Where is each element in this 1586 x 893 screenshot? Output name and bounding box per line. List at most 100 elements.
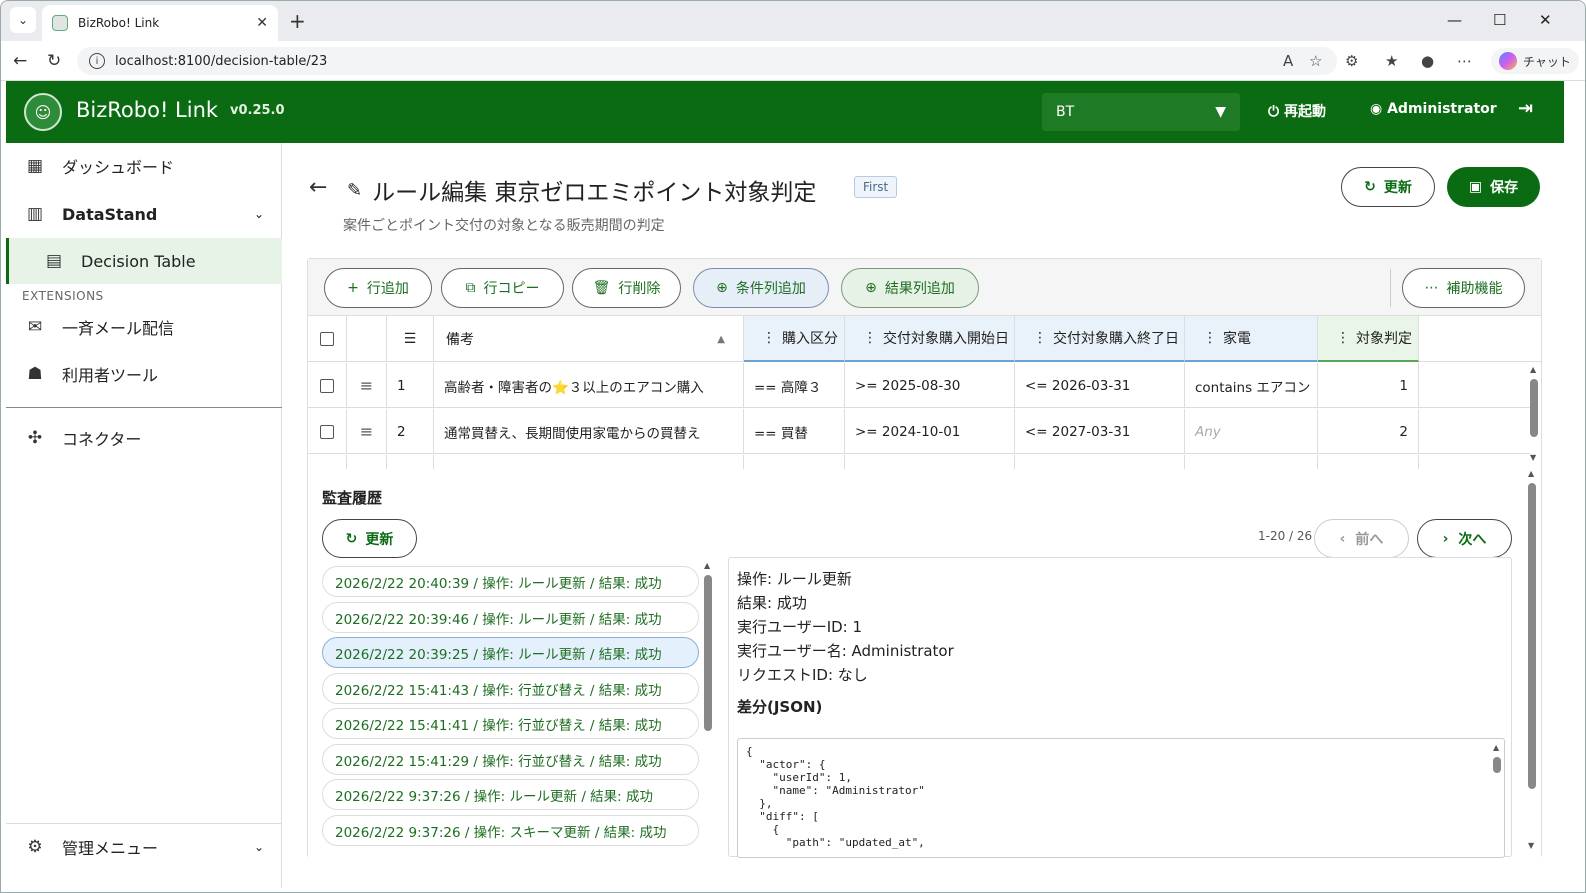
close-tab-icon[interactable]: ✕ xyxy=(256,15,268,31)
audit-list-item[interactable]: 2026/2/22 9:37:26 / 操作: ルール更新 / 結果: 成功 xyxy=(322,779,699,810)
close-window-button[interactable]: ✕ xyxy=(1539,11,1552,29)
column-header-note[interactable]: 備考 ▲ xyxy=(434,316,744,362)
save-label: 保存 xyxy=(1490,180,1519,196)
tenant-select[interactable]: BT ▼ xyxy=(1042,93,1240,131)
scroll-up-icon[interactable]: ▲ xyxy=(1528,469,1534,478)
sidebar-item-connector[interactable]: ✣ コネクター xyxy=(6,415,282,461)
back-arrow-icon[interactable]: ← xyxy=(13,51,27,71)
column-header-end-date[interactable]: ⋮ 交付対象購入終了日 xyxy=(1015,316,1185,362)
delete-row-button[interactable]: 🗑 行削除 xyxy=(572,268,681,308)
user-menu-button[interactable]: ◉ Administrator xyxy=(1370,101,1497,117)
column-menu-icon[interactable]: ⋮ xyxy=(1203,330,1217,346)
cell-purchase-type[interactable]: == 買替 xyxy=(744,409,845,454)
refresh-button[interactable]: ↻ 更新 xyxy=(1341,167,1435,207)
extensions-icon[interactable]: ⚙ xyxy=(1345,52,1358,70)
save-button[interactable]: ▣ 保存 xyxy=(1447,167,1540,207)
column-menu-icon[interactable]: ⋮ xyxy=(1033,330,1047,346)
add-condition-column-button[interactable]: ⊕ 条件列追加 xyxy=(693,268,829,308)
sort-up-icon[interactable]: ▲ xyxy=(717,334,725,345)
json-scrollbar[interactable]: ▲ xyxy=(1492,743,1502,853)
more-menu-icon[interactable]: ⋯ xyxy=(1457,52,1472,70)
cell-appliance[interactable]: contains エアコン xyxy=(1185,363,1318,408)
cell-purchase-type[interactable]: == 高障３ xyxy=(744,363,845,408)
scroll-up-icon[interactable]: ▲ xyxy=(1493,743,1499,752)
url-field[interactable]: i localhost:8100/decision-table/23 xyxy=(77,47,1337,75)
copy-row-button[interactable]: ⧉ 行コピー xyxy=(441,268,564,308)
browser-tab[interactable]: BizRobo! Link ✕ xyxy=(42,5,278,41)
scroll-down-icon[interactable]: ▼ xyxy=(1528,841,1534,850)
favorite-star-icon[interactable]: ☆ xyxy=(1309,52,1322,70)
add-row-button[interactable]: + 行追加 xyxy=(324,268,432,308)
scrollbar-thumb[interactable] xyxy=(1530,379,1538,437)
prev-page-button[interactable]: ‹ 前へ xyxy=(1314,519,1409,558)
new-tab-button[interactable]: + xyxy=(289,9,306,33)
column-menu-icon[interactable]: ⋮ xyxy=(863,330,877,346)
sidebar-item-admin-menu[interactable]: ⚙ 管理メニュー ⌄ xyxy=(6,824,282,870)
table-row[interactable]: ≡ 1 高齢者・障害者の⭐３以上のエアコン購入 == 高障３ >= 2025-0… xyxy=(308,363,1530,408)
copilot-chat-button[interactable]: チャット xyxy=(1491,48,1579,74)
audit-list-item[interactable]: 2026/2/22 9:37:26 / 操作: スキーマ更新 / 結果: 成功 xyxy=(322,815,699,846)
sidebar-item-decision-table[interactable]: ▤ Decision Table xyxy=(6,238,282,284)
tab-menu-button[interactable]: ⌄ xyxy=(10,7,36,33)
column-menu-icon[interactable]: ⋮ xyxy=(762,330,776,346)
sidebar-item-datastand[interactable]: ▥ DataStand ⌄ xyxy=(6,191,282,237)
cell-result[interactable]: 2 xyxy=(1318,409,1419,454)
column-header-purchase-type[interactable]: ⋮ 購入区分 xyxy=(744,316,845,362)
table-row[interactable]: ≡ 2 通常買替え、長期間使用家電からの買替え == 買替 >= 2024-10… xyxy=(308,409,1530,454)
scrollbar-thumb[interactable] xyxy=(704,575,712,731)
audit-refresh-button[interactable]: ↻ 更新 xyxy=(322,519,417,558)
table-scrollbar[interactable]: ▲ ▼ xyxy=(1529,365,1539,465)
assist-button[interactable]: ⋯ 補助機能 xyxy=(1402,268,1525,308)
column-menu-icon[interactable]: ⋮ xyxy=(1336,330,1350,346)
restart-button[interactable]: ⏻ 再起動 xyxy=(1268,101,1326,121)
scrollbar-thumb[interactable] xyxy=(1493,757,1501,773)
scrollbar-thumb[interactable] xyxy=(1528,483,1536,789)
cell-appliance[interactable]: Any xyxy=(1185,409,1318,454)
audit-list-item[interactable]: 2026/2/22 15:41:41 / 操作: 行並び替え / 結果: 成功 xyxy=(322,708,699,739)
drag-handle-icon[interactable]: ≡ xyxy=(347,363,387,408)
cell-end-date[interactable]: <= 2026-03-31 xyxy=(1015,363,1185,408)
read-aloud-icon[interactable]: A xyxy=(1283,52,1293,70)
select-all-checkbox[interactable] xyxy=(308,316,347,362)
cell-start-date[interactable]: >= 2024-10-01 xyxy=(845,409,1015,454)
row-checkbox[interactable] xyxy=(308,409,347,454)
add-result-label: 結果列追加 xyxy=(884,281,955,297)
cell-end-date[interactable]: <= 2027-03-31 xyxy=(1015,409,1185,454)
site-info-icon[interactable]: i xyxy=(89,53,105,69)
trash-icon: 🗑 xyxy=(592,280,611,296)
audit-list-item[interactable]: 2026/2/22 20:39:25 / 操作: ルール更新 / 結果: 成功 xyxy=(322,637,699,668)
audit-list-item[interactable]: 2026/2/22 20:39:46 / 操作: ルール更新 / 結果: 成功 xyxy=(322,602,699,633)
sidebar-item-label: 利用者ツール xyxy=(62,366,159,385)
row-checkbox[interactable] xyxy=(308,363,347,408)
scroll-up-icon[interactable]: ▲ xyxy=(1530,365,1536,374)
profile-avatar-icon[interactable]: ● xyxy=(1421,52,1434,70)
audit-list-item[interactable]: 2026/2/22 15:41:43 / 操作: 行並び替え / 結果: 成功 xyxy=(322,673,699,704)
column-header-result[interactable]: ⋮ 対象判定 xyxy=(1318,316,1419,362)
maximize-button[interactable]: ☐ xyxy=(1493,11,1506,29)
scroll-down-icon[interactable]: ▼ xyxy=(1530,453,1536,462)
audit-panel-scrollbar[interactable]: ▲ ▼ xyxy=(1527,469,1537,854)
favorites-icon[interactable]: ★ xyxy=(1385,52,1398,70)
add-result-column-button[interactable]: ⊕ 結果列追加 xyxy=(841,268,979,308)
cell-result[interactable]: 1 xyxy=(1318,363,1419,408)
sidebar-item-bulk-mail[interactable]: ✉ 一斉メール配信 xyxy=(6,304,282,350)
add-condition-label: 条件列追加 xyxy=(735,281,806,297)
back-arrow-icon[interactable]: ← xyxy=(309,175,327,200)
column-header-start-date[interactable]: ⋮ 交付対象購入開始日 xyxy=(845,316,1015,362)
sidebar-item-dashboard[interactable]: ▦ ダッシュボード xyxy=(6,143,282,189)
cell-note[interactable]: 高齢者・障害者の⭐３以上のエアコン購入 xyxy=(434,363,744,408)
next-page-button[interactable]: › 次へ xyxy=(1417,519,1512,558)
diff-json-viewer[interactable]: { "actor": { "userId": 1, "name": "Admin… xyxy=(737,738,1505,858)
sidebar-item-user-tools[interactable]: ☗ 利用者ツール xyxy=(6,351,282,397)
audit-list-scrollbar[interactable]: ▲ xyxy=(703,561,713,731)
logout-icon[interactable]: ⇥ xyxy=(1518,98,1533,119)
scroll-up-icon[interactable]: ▲ xyxy=(704,561,710,570)
column-header-appliance[interactable]: ⋮ 家電 xyxy=(1185,316,1318,362)
reload-icon[interactable]: ↻ xyxy=(47,51,61,71)
audit-list-item[interactable]: 2026/2/22 20:40:39 / 操作: ルール更新 / 結果: 成功 xyxy=(322,566,699,597)
minimize-button[interactable]: — xyxy=(1447,11,1462,29)
audit-list-item[interactable]: 2026/2/22 15:41:29 / 操作: 行並び替え / 結果: 成功 xyxy=(322,744,699,775)
cell-start-date[interactable]: >= 2025-08-30 xyxy=(845,363,1015,408)
cell-note[interactable]: 通常買替え、長期間使用家電からの買替え xyxy=(434,409,744,454)
drag-handle-icon[interactable]: ≡ xyxy=(347,409,387,454)
